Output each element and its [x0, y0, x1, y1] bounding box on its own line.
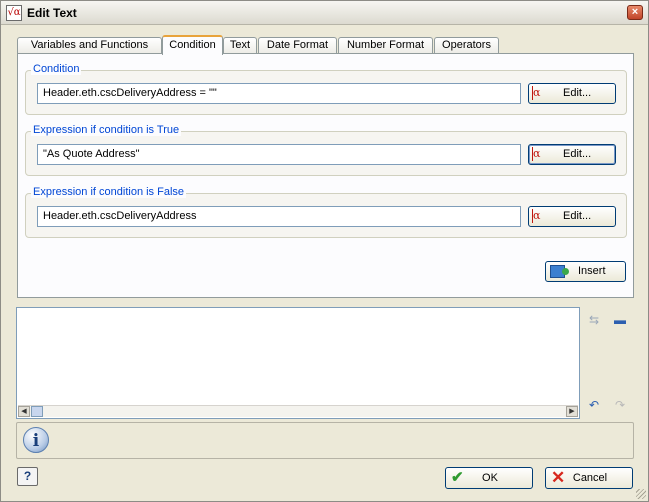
- undo-icon[interactable]: ↶: [585, 397, 603, 413]
- condition-group: Condition Header.eth.cscDeliveryAddress …: [25, 63, 627, 115]
- ok-button[interactable]: ✔ OK: [445, 467, 533, 489]
- info-panel: i: [16, 422, 634, 459]
- condition-edit-label: Edit...: [563, 87, 592, 99]
- condition-input[interactable]: Header.eth.cscDeliveryAddress = "": [37, 83, 521, 104]
- true-expression-input[interactable]: "As Quote Address": [37, 144, 521, 165]
- false-group-label: Expression if condition is False: [31, 186, 187, 198]
- insert-label: Insert: [578, 265, 606, 277]
- scroll-thumb[interactable]: [31, 406, 43, 417]
- help-button[interactable]: ?: [17, 467, 38, 486]
- false-expression-group: Expression if condition is False Header.…: [25, 186, 627, 238]
- true-expression-edit-button[interactable]: α Edit...: [528, 144, 616, 165]
- sqrt-alpha-icon: α: [532, 209, 548, 223]
- horizontal-scrollbar[interactable]: ◀ ▶: [18, 405, 578, 417]
- false-expression-input[interactable]: Header.eth.cscDeliveryAddress: [37, 206, 521, 227]
- insert-icon: [550, 265, 569, 278]
- title-bar[interactable]: √α Edit Text ×: [1, 1, 648, 25]
- cancel-label: Cancel: [572, 472, 608, 484]
- condition-tab-panel: Condition Header.eth.cscDeliveryAddress …: [17, 53, 634, 298]
- info-icon: i: [23, 427, 49, 453]
- tab-date-format[interactable]: Date Format: [258, 37, 337, 54]
- wrap-text-icon[interactable]: ⇆: [585, 312, 603, 328]
- false-edit-label: Edit...: [563, 210, 592, 222]
- condition-group-label: Condition: [31, 63, 82, 75]
- expression-editor[interactable]: ◀ ▶: [16, 307, 580, 419]
- edit-text-dialog: √α Edit Text × Variables and Functions C…: [0, 0, 649, 502]
- true-expression-group: Expression if condition is True "As Quot…: [25, 124, 627, 176]
- scroll-left-icon[interactable]: ◀: [18, 406, 30, 417]
- close-button[interactable]: ×: [627, 5, 643, 20]
- true-group-label: Expression if condition is True: [31, 124, 182, 136]
- tab-number-format[interactable]: Number Format: [338, 37, 433, 54]
- ok-label: OK: [482, 472, 498, 484]
- tab-operators[interactable]: Operators: [434, 37, 499, 54]
- redo-icon[interactable]: ↷: [611, 397, 629, 413]
- tab-variables-and-functions[interactable]: Variables and Functions: [17, 37, 162, 54]
- scroll-right-icon[interactable]: ▶: [566, 406, 578, 417]
- condition-edit-button[interactable]: α Edit...: [528, 83, 616, 104]
- window-title: Edit Text: [27, 6, 77, 20]
- false-expression-edit-button[interactable]: α Edit...: [528, 206, 616, 227]
- keyboard-icon[interactable]: ▬: [611, 312, 629, 328]
- sqrt-alpha-icon: α: [532, 86, 548, 100]
- tab-condition[interactable]: Condition: [162, 35, 223, 55]
- resize-grip-icon[interactable]: [636, 489, 646, 499]
- true-edit-label: Edit...: [563, 148, 592, 160]
- sqrt-alpha-icon: α: [532, 147, 548, 161]
- insert-button[interactable]: Insert: [545, 261, 626, 282]
- sqrt-alpha-icon: √α: [6, 5, 22, 21]
- tab-text[interactable]: Text: [223, 37, 257, 54]
- cancel-button[interactable]: ✕ Cancel: [545, 467, 633, 489]
